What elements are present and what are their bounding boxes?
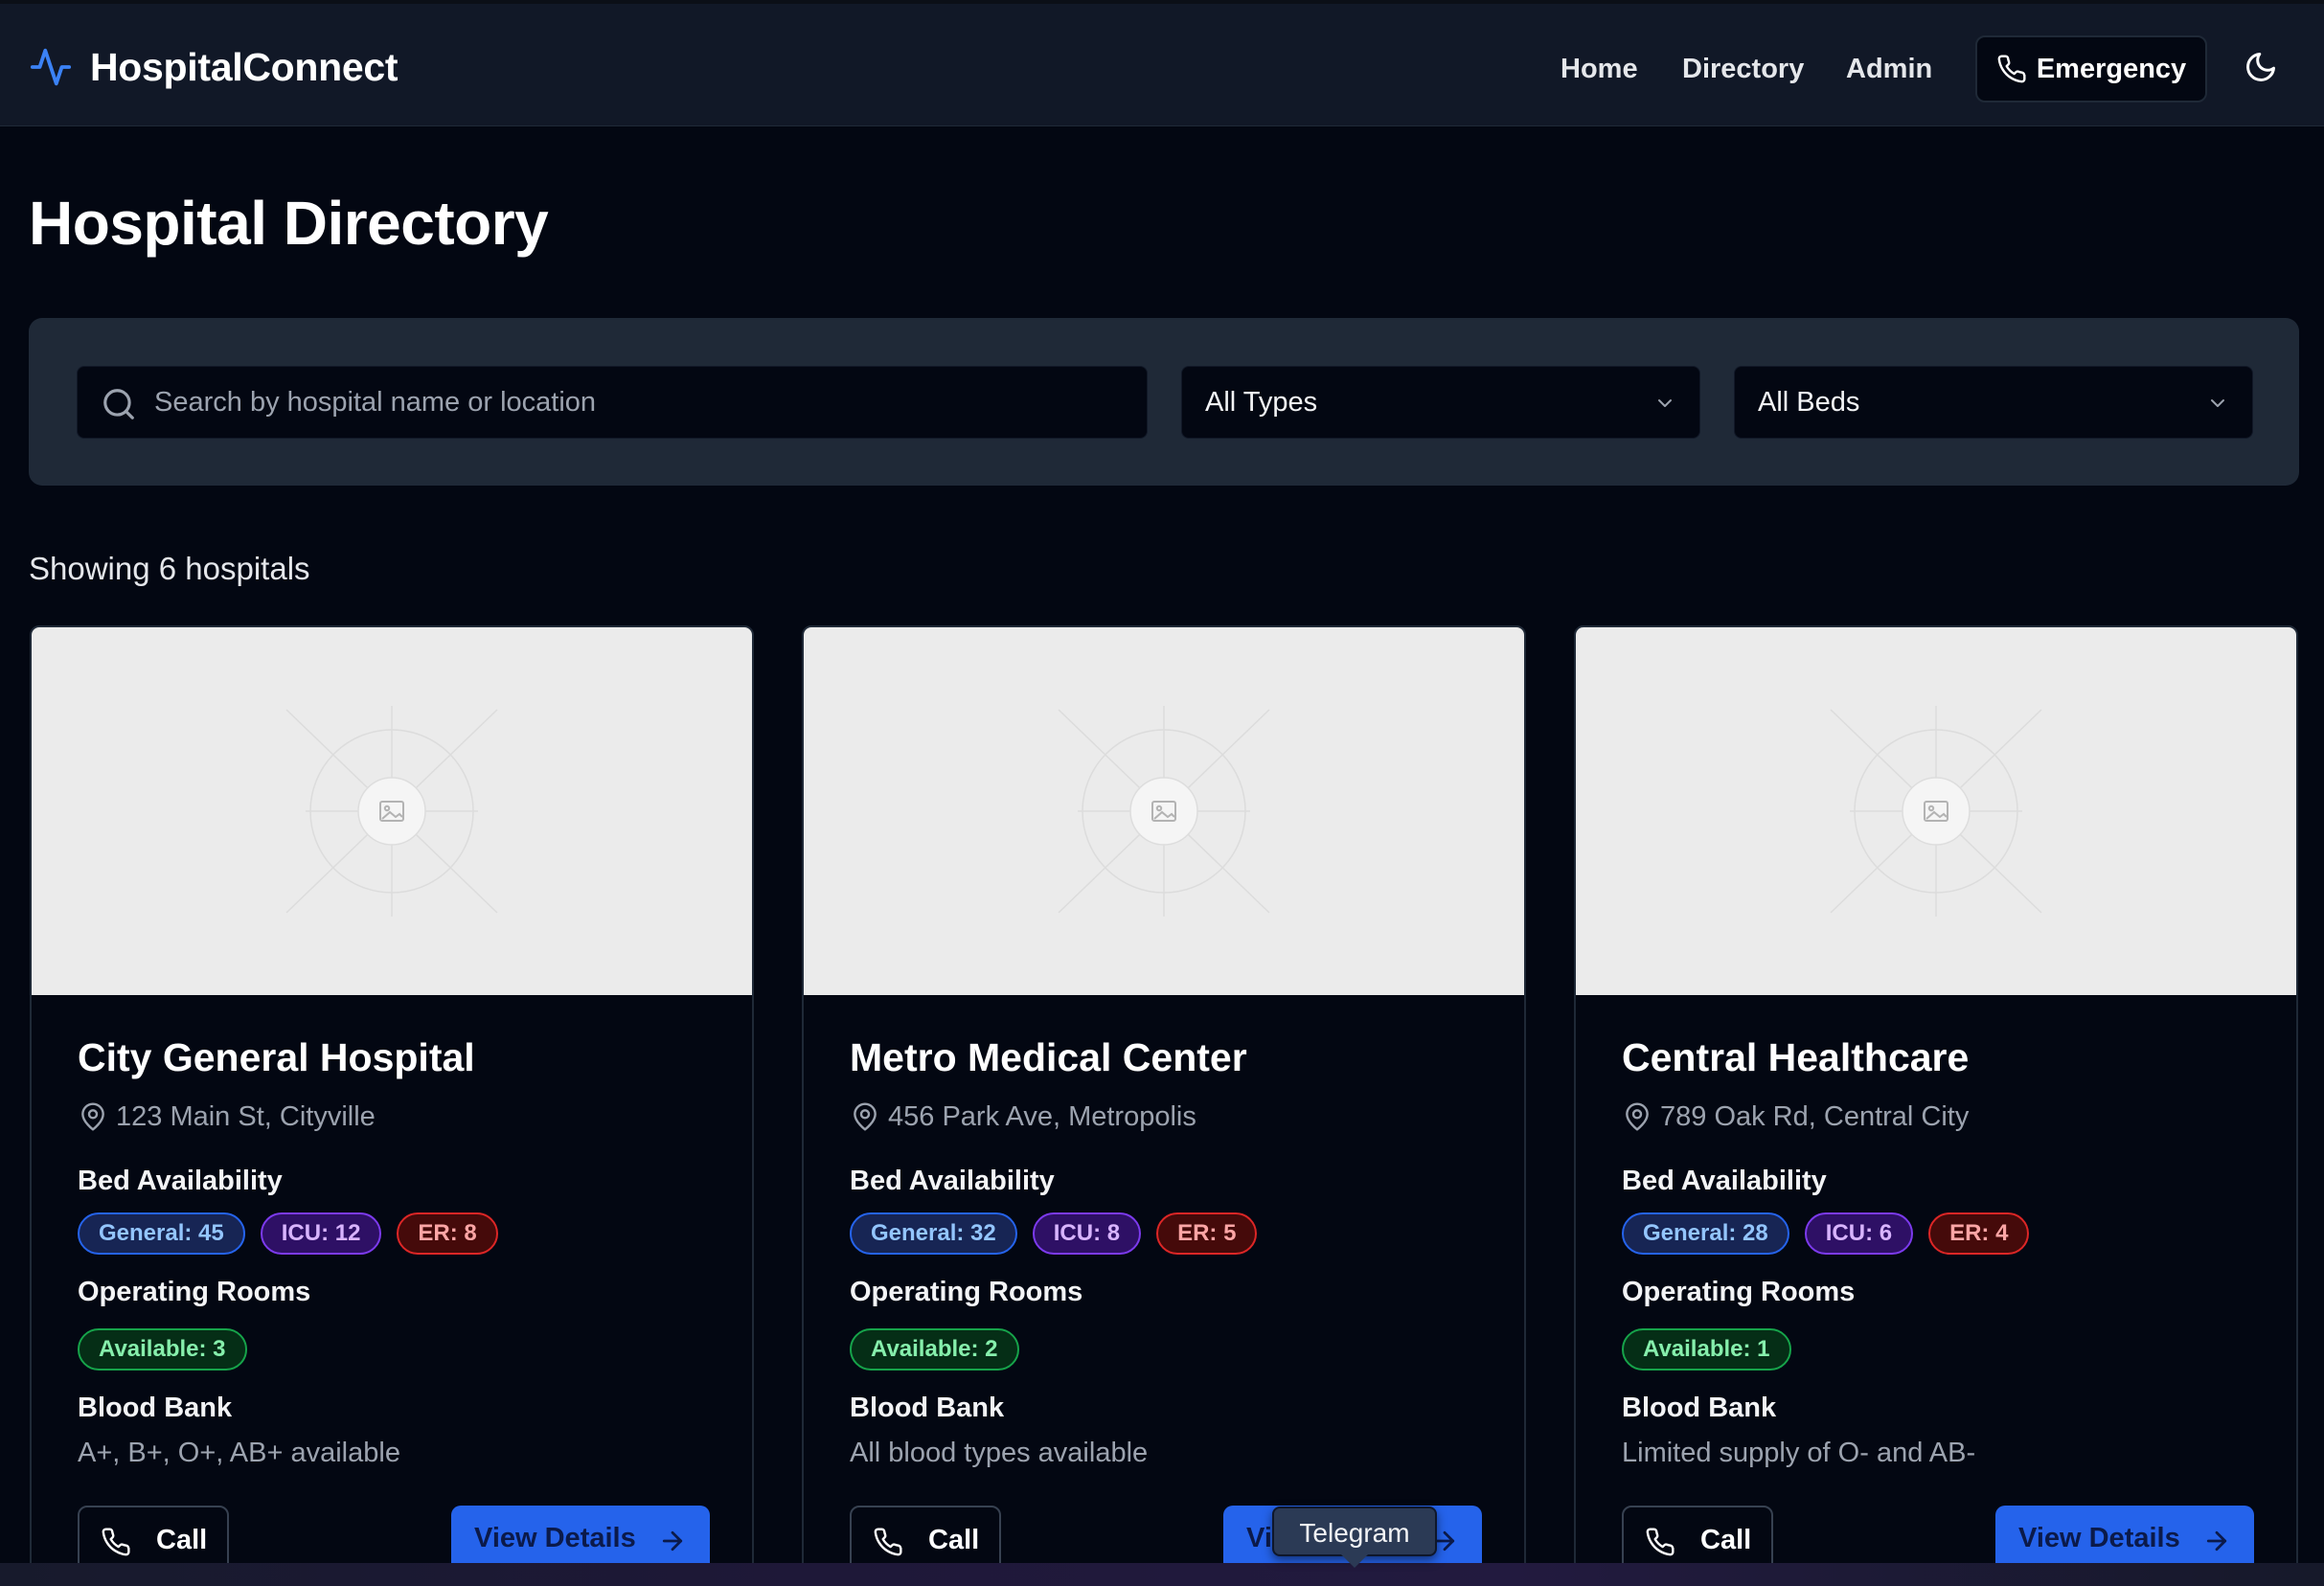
image-placeholder [32,627,752,995]
tooltip-arrow [1341,1554,1368,1568]
icu-beds-badge: ICU: 6 [1804,1212,1914,1255]
general-beds-badge: General: 45 [78,1212,245,1255]
tooltip-text: Telegram [1299,1518,1410,1548]
call-label: Call [928,1525,980,1555]
brand[interactable]: HospitalConnect [29,44,399,89]
search-icon [103,389,134,419]
image-placeholder [1576,627,2296,995]
call-label: Call [1700,1525,1752,1555]
or-available-badge: Available: 1 [1622,1328,1791,1371]
bed-badges: General: 28 ICU: 6 ER: 4 [1622,1212,2030,1255]
er-beds-badge: ER: 8 [397,1212,498,1255]
top-navbar: HospitalConnect Home Directory Admin Eme… [0,0,2324,126]
address-text: 456 Park Ave, Metropolis [888,1100,1196,1132]
bed-availability-label: Bed Availability [850,1166,1055,1196]
map-pin-icon [854,1102,877,1131]
blood-bank-label: Blood Bank [78,1393,233,1423]
or-badges: Available: 1 [1622,1328,1791,1371]
map-pin-icon [1626,1102,1649,1131]
tooltip: Telegram [1272,1507,1437,1556]
icu-beds-badge: ICU: 8 [1032,1212,1142,1255]
search-input[interactable] [154,367,1131,438]
call-label: Call [156,1525,208,1555]
phone-icon [102,1528,130,1556]
er-beds-badge: ER: 4 [1928,1212,2030,1255]
image-placeholder [804,627,1524,995]
hospital-name[interactable]: Central Healthcare [1622,1035,1969,1080]
map-pin-icon [81,1102,104,1131]
image-placeholder-icon [285,706,498,917]
operating-rooms-label: Operating Rooms [78,1277,311,1307]
nav-link-admin[interactable]: Admin [1846,48,1932,90]
hospital-card: Central Healthcare 789 Oak Rd, Central C… [1574,625,2298,1583]
chevron-down-icon [2211,399,2224,407]
emergency-label: Emergency [2036,53,2187,84]
blood-bank-label: Blood Bank [850,1393,1005,1423]
address-text: 123 Main St, Cityville [116,1100,376,1132]
moon-icon[interactable] [2244,50,2278,84]
nav-link-home[interactable]: Home [1561,48,1638,90]
type-filter-value: All Types [1205,387,1318,418]
filter-bar: All Types All Beds [29,318,2299,486]
hospital-address: 789 Oak Rd, Central City [1622,1098,1969,1136]
heartbeat-icon [30,48,72,86]
bed-badges: General: 45 ICU: 12 ER: 8 [78,1212,498,1255]
hospital-card: Metro Medical Center 456 Park Ave, Metro… [802,625,1526,1583]
operating-rooms-label: Operating Rooms [1622,1277,1856,1307]
bed-availability-label: Bed Availability [1622,1166,1827,1196]
or-available-badge: Available: 2 [850,1328,1019,1371]
blood-bank-status: Limited supply of O- and AB- [1622,1438,1976,1468]
address-text: 789 Oak Rd, Central City [1660,1100,1970,1132]
view-details-label: View Details [474,1523,636,1553]
blood-bank-status: A+, B+, O+, AB+ available [78,1438,400,1468]
er-beds-badge: ER: 5 [1156,1212,1258,1255]
emergency-button[interactable]: Emergency [1975,35,2207,102]
chevron-down-icon [1658,399,1672,407]
general-beds-badge: General: 32 [850,1212,1017,1255]
view-details-label: View Details [2018,1523,2180,1553]
results-count: Showing 6 hospitals [29,551,310,586]
beds-filter-select[interactable]: All Beds [1734,366,2253,439]
bed-availability-label: Bed Availability [78,1166,283,1196]
blood-bank-label: Blood Bank [1622,1393,1777,1423]
image-placeholder-icon [1058,706,1270,917]
bed-badges: General: 32 ICU: 8 ER: 5 [850,1212,1258,1255]
arrow-right-icon [662,1530,683,1552]
or-badges: Available: 2 [850,1328,1019,1371]
hospital-name[interactable]: City General Hospital [78,1035,475,1080]
search-box[interactable] [77,366,1148,439]
blood-bank-status: All blood types available [850,1438,1149,1468]
phone-icon [1646,1528,1675,1556]
taskbar-strip [0,1563,2324,1586]
phone-icon [1997,55,2026,83]
nav-link-directory[interactable]: Directory [1682,48,1804,90]
hospital-name[interactable]: Metro Medical Center [850,1035,1247,1080]
hospital-address: 456 Park Ave, Metropolis [850,1098,1196,1136]
beds-filter-value: All Beds [1758,387,1860,418]
type-filter-select[interactable]: All Types [1181,366,1700,439]
icu-beds-badge: ICU: 12 [260,1212,382,1255]
hospital-address: 123 Main St, Cityville [78,1098,376,1136]
hospital-card: City General Hospital 123 Main St, Cityv… [30,625,754,1583]
arrow-right-icon [2206,1530,2227,1552]
page-title: Hospital Directory [29,189,549,258]
or-badges: Available: 3 [78,1328,247,1371]
operating-rooms-label: Operating Rooms [850,1277,1083,1307]
brand-name: HospitalConnect [90,44,399,89]
general-beds-badge: General: 28 [1622,1212,1789,1255]
phone-icon [874,1528,902,1556]
image-placeholder-icon [1830,706,2042,917]
or-available-badge: Available: 3 [78,1328,247,1371]
